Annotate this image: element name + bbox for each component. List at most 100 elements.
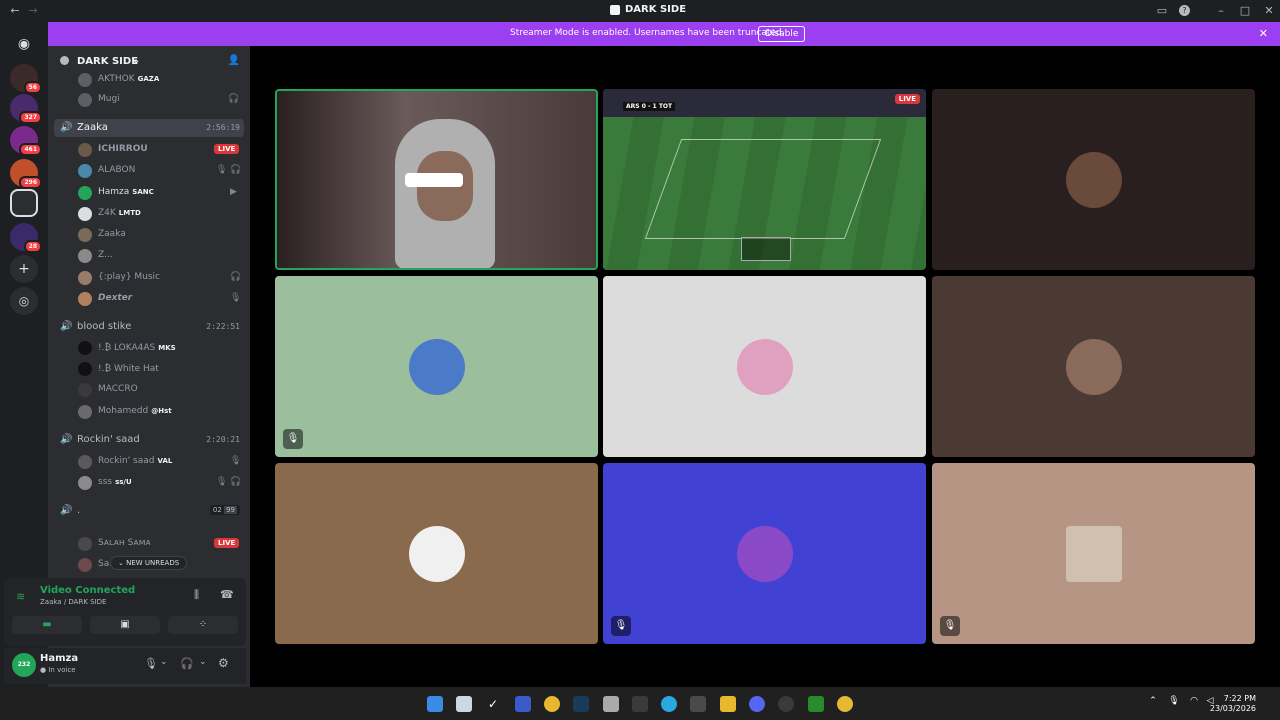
voice-user[interactable]: !.₿ LOKA4AS MKS <box>78 340 248 356</box>
headphones-icon[interactable]: 🎧 <box>180 657 194 670</box>
help-icon[interactable]: ? <box>1179 5 1190 16</box>
voice-user[interactable]: Mugi 🎧 <box>78 92 248 108</box>
avatar <box>736 525 793 582</box>
disable-button[interactable]: Disable <box>758 26 806 42</box>
camera-button[interactable]: ▬ <box>12 616 82 634</box>
avatar <box>408 525 465 582</box>
voice-user[interactable]: ICHIRROU LIVE <box>78 142 248 158</box>
taskbar: ✓ ⌃ 🎙 ◠ ◁ 7:22 PM 23/03/2026 <box>0 687 1280 720</box>
discover-icon[interactable]: ◎ <box>10 287 38 315</box>
checkmark-app-icon[interactable]: ✓ <box>485 696 501 712</box>
activities-button[interactable]: ⁘ <box>168 616 238 634</box>
wifi-icon[interactable]: ◠ <box>1186 696 1202 712</box>
minimize-icon[interactable]: – <box>1214 4 1228 18</box>
telegram-icon[interactable] <box>661 696 677 712</box>
voice-user[interactable]: Zaaka <box>78 227 248 243</box>
live-badge: LIVE <box>894 94 920 104</box>
participant-tile[interactable] <box>932 276 1255 457</box>
channel-user-counter: 02 99 <box>209 505 240 515</box>
voice-user[interactable]: ALABON 🎙 🎧 <box>78 163 248 179</box>
new-unreads-button[interactable]: ⌄ NEW UNREADS <box>110 556 188 570</box>
mention-badge: 327 <box>19 111 42 124</box>
chevron-down-icon[interactable]: ⌄ <box>199 657 207 667</box>
chrome-icon[interactable] <box>544 696 560 712</box>
participant-tile[interactable]: 🎙 <box>275 276 598 457</box>
microphone-icon[interactable]: 🎙 <box>144 657 158 670</box>
voice-channel-dot[interactable]: 🔊 . 02 99 <box>54 502 244 520</box>
voice-user[interactable]: AKTHOK GAZA <box>78 72 248 88</box>
speaker-icon: 🔊 <box>60 122 73 133</box>
live-badge: LIVE <box>214 538 240 548</box>
voice-user[interactable]: !.₿ White Hat <box>78 361 248 377</box>
maximize-icon[interactable]: □ <box>1238 4 1252 18</box>
chevron-up-icon[interactable]: ⌃ <box>1145 696 1161 712</box>
deafened-icon: 🎧 <box>230 272 242 282</box>
terminal-icon[interactable] <box>632 696 648 712</box>
store-icon[interactable] <box>603 696 619 712</box>
voice-user[interactable]: Z4K LMTD <box>78 206 248 222</box>
noise-suppression-icon[interactable]: ⫼ <box>194 588 199 602</box>
voice-user[interactable]: Rockin' saad VAL 🎙 <box>78 454 248 470</box>
avatar <box>1065 525 1122 582</box>
voice-user[interactable]: MACCRO <box>78 382 248 398</box>
avatar <box>78 93 92 107</box>
settings-gear-icon[interactable]: ⚙ <box>218 656 229 670</box>
screen-share-button[interactable]: ▣ <box>90 616 160 634</box>
add-server-icon[interactable]: + <box>10 255 38 283</box>
disconnect-icon[interactable]: ☎ <box>220 588 234 601</box>
app-icon[interactable] <box>515 696 531 712</box>
app-icon[interactable] <box>778 696 794 712</box>
signal-icon[interactable]: ≋ <box>16 590 25 603</box>
server-icon[interactable]: 296 <box>10 159 42 189</box>
participant-tile[interactable] <box>932 89 1255 270</box>
invite-people-icon[interactable]: 👤 <box>228 55 240 66</box>
avatar <box>78 73 92 87</box>
voice-user[interactable]: Z... <box>78 248 248 264</box>
voice-channel-link[interactable]: Zaaka / DARK SIDE <box>40 598 106 606</box>
voice-channel-rockin-saad[interactable]: 🔊 Rockin' saad 2:20:21 <box>54 431 244 449</box>
stream-tile[interactable]: ARS 0 - 1 TOT LIVE <box>603 89 926 270</box>
participant-tile[interactable]: 🎙 <box>603 463 926 644</box>
avatar[interactable]: 232 <box>12 653 36 677</box>
voice-user[interactable]: Sᴀʟᴀʜ Sᴀᴍᴀ LIVE <box>78 536 248 552</box>
forward-arrow-icon[interactable]: → <box>26 4 40 18</box>
voice-user[interactable]: Dexter 🎙 <box>78 291 248 307</box>
voice-user[interactable]: ꜱꜱꜱ ꜱꜱ/U 🎙 🎧 <box>78 475 248 491</box>
participant-tile[interactable] <box>275 463 598 644</box>
app-icon[interactable] <box>808 696 824 712</box>
system-clock[interactable]: 7:22 PM 23/03/2026 <box>1210 694 1256 714</box>
file-explorer-icon[interactable] <box>720 696 736 712</box>
server-icon[interactable]: 28 <box>10 223 42 253</box>
camera-tile[interactable] <box>275 89 598 270</box>
server-icon[interactable]: 327 <box>10 94 42 124</box>
dark-side-server-icon[interactable] <box>10 189 38 217</box>
avatar <box>408 338 465 395</box>
live-badge: LIVE <box>214 144 240 154</box>
task-view-icon[interactable] <box>456 696 472 712</box>
participant-tile[interactable]: 🎙 <box>932 463 1255 644</box>
app-icon[interactable] <box>690 696 706 712</box>
close-icon[interactable]: ✕ <box>1259 27 1268 40</box>
windows-start-icon[interactable] <box>427 696 443 712</box>
participant-tile[interactable] <box>603 276 926 457</box>
inbox-icon[interactable]: ▭ <box>1155 4 1169 18</box>
chrome-icon[interactable] <box>837 696 853 712</box>
discord-home-icon[interactable]: ◉ <box>10 30 38 58</box>
back-arrow-icon[interactable]: ← <box>8 4 22 18</box>
voice-channel-blood-stike[interactable]: 🔊 blood stike 2:22:51 <box>54 318 244 336</box>
close-window-icon[interactable]: ✕ <box>1262 4 1276 18</box>
chevron-down-icon[interactable]: ⌄ <box>160 657 168 667</box>
steam-icon[interactable] <box>573 696 589 712</box>
server-icon[interactable]: 461 <box>10 126 42 156</box>
voice-channel-zaaka[interactable]: 🔊 Zaaka 2:56:19 <box>54 119 244 137</box>
white-sunglasses <box>405 173 463 187</box>
user-panel: 232 Hamza ● In voice 🎙 ⌄ 🎧 ⌄ ⚙ <box>4 648 246 684</box>
microphone-icon[interactable]: 🎙 <box>1166 696 1182 712</box>
discord-icon[interactable] <box>749 696 765 712</box>
voice-user[interactable]: Hamza SANC ▶ <box>78 185 248 201</box>
video-icon: ▶ <box>230 187 237 197</box>
server-icon[interactable]: 56 <box>10 64 42 94</box>
voice-user[interactable]: Mohamedd @Hst <box>78 404 248 420</box>
voice-user[interactable]: {:play} Music 🎧 <box>78 270 248 286</box>
title-bar: ← → DARK SIDE ▭ ? – □ ✕ <box>0 0 1280 22</box>
